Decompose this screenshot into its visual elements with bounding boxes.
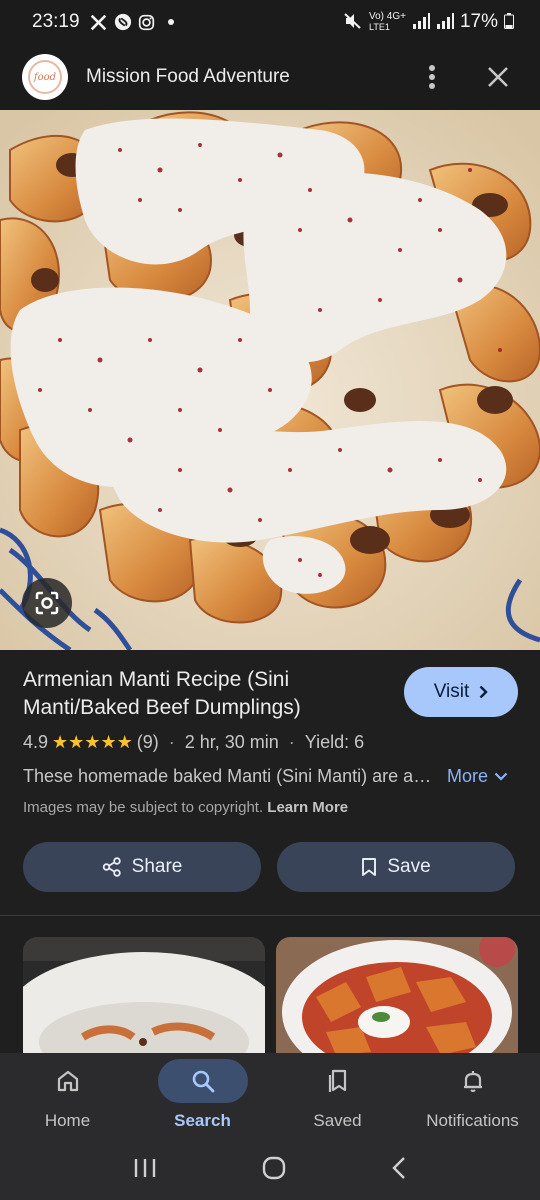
nav-notifications-pill (428, 1059, 518, 1103)
nav-notifications[interactable]: Notifications (405, 1053, 540, 1140)
close-icon[interactable] (478, 57, 518, 97)
instagram-icon (138, 13, 156, 31)
signal-icon (412, 12, 430, 32)
battery-icon (504, 12, 514, 32)
more-vert-icon[interactable] (412, 57, 452, 97)
related-image[interactable] (23, 937, 265, 1057)
home-circle-icon[interactable] (262, 1156, 286, 1185)
related-photo (23, 937, 265, 1057)
network-label: Vo) 4G+ (369, 11, 406, 22)
app-bar: food Mission Food Adventure (0, 44, 540, 110)
separator-dot: · (288, 732, 295, 752)
nav-saved-pill (293, 1059, 383, 1103)
more-label: More (447, 766, 489, 786)
chevron-right-icon (479, 685, 488, 699)
share-button[interactable]: Share (23, 842, 261, 892)
related-images (0, 937, 540, 1057)
volte-icon: Vo) 4G+ LTE1 (369, 11, 406, 33)
manti-photo (0, 110, 540, 650)
bottom-navigation: Home Search Saved Notifications (0, 1053, 540, 1140)
separator-dot: · (168, 732, 175, 752)
back-icon[interactable] (391, 1156, 407, 1185)
status-time: 23:19 (32, 11, 80, 32)
bookmarks-icon (328, 1069, 347, 1092)
dot-icon (162, 13, 180, 31)
chevron-down-icon (494, 772, 508, 781)
description-row: These homemade baked Manti (Sini Manti) … (23, 766, 518, 787)
site-logo-text: food (33, 71, 57, 83)
more-button[interactable]: More (447, 766, 508, 787)
share-label: Share (131, 856, 183, 877)
mute-icon (343, 12, 363, 33)
nav-home-pill (23, 1059, 113, 1103)
rating-value: 4.9 (23, 732, 49, 752)
learn-more-link[interactable]: Learn More (267, 799, 348, 816)
network-sub-label: LTE1 (369, 22, 390, 32)
rating-count: (9) (136, 732, 159, 752)
app-title: Mission Food Adventure (86, 66, 290, 87)
recipe-description: These homemade baked Manti (Sini Manti) … (23, 766, 435, 786)
status-bar: 23:19 Vo) 4G+ LTE1 17% (0, 0, 540, 44)
system-navigation (0, 1140, 540, 1200)
nav-home[interactable]: Home (0, 1053, 135, 1140)
signal-icon (436, 12, 454, 32)
bookmark-icon (362, 858, 377, 876)
nav-search-label: Search (174, 1111, 231, 1130)
bell-icon (464, 1071, 482, 1092)
nav-search[interactable]: Search (135, 1053, 270, 1140)
related-image[interactable] (276, 937, 518, 1057)
result-info: Armenian Manti Recipe (Sini Manti/Baked … (0, 650, 540, 915)
home-icon (57, 1070, 79, 1092)
hero-image[interactable] (0, 110, 540, 650)
recipe-title[interactable]: Armenian Manti Recipe (Sini Manti/Baked … (23, 666, 383, 722)
nav-saved[interactable]: Saved (270, 1053, 405, 1140)
site-logo-ring: food (28, 60, 62, 94)
lens-icon[interactable] (22, 578, 72, 628)
copyright-notice: Images may be subject to copyright. Lear… (23, 799, 348, 816)
share-icon (102, 857, 121, 877)
recipe-yield: Yield: 6 (304, 732, 365, 752)
related-photo (276, 937, 518, 1057)
nav-notifications-label: Notifications (426, 1111, 519, 1130)
nav-search-pill (158, 1059, 248, 1103)
visit-label: Visit (433, 681, 470, 702)
battery-percent: 17% (459, 11, 498, 32)
status-notification-icons (90, 13, 180, 31)
site-logo[interactable]: food (22, 54, 68, 100)
nav-saved-label: Saved (313, 1111, 362, 1130)
rating-stars: ★★★★★ (52, 732, 133, 752)
save-label: Save (387, 856, 431, 877)
recents-icon[interactable] (133, 1157, 157, 1184)
recipe-duration: 2 hr, 30 min (184, 732, 279, 752)
search-icon (192, 1070, 215, 1093)
save-button[interactable]: Save (277, 842, 515, 892)
x-icon (90, 13, 108, 31)
shazam-icon (114, 13, 132, 31)
nav-home-label: Home (44, 1111, 91, 1130)
visit-button[interactable]: Visit (404, 667, 518, 717)
divider (0, 915, 540, 916)
status-system-icons: Vo) 4G+ LTE1 17% (343, 11, 514, 33)
copyright-text: Images may be subject to copyright. (23, 799, 264, 816)
recipe-meta: 4.9 ★★★★★ (9) · 2 hr, 30 min · Yield: 6 (23, 732, 364, 753)
